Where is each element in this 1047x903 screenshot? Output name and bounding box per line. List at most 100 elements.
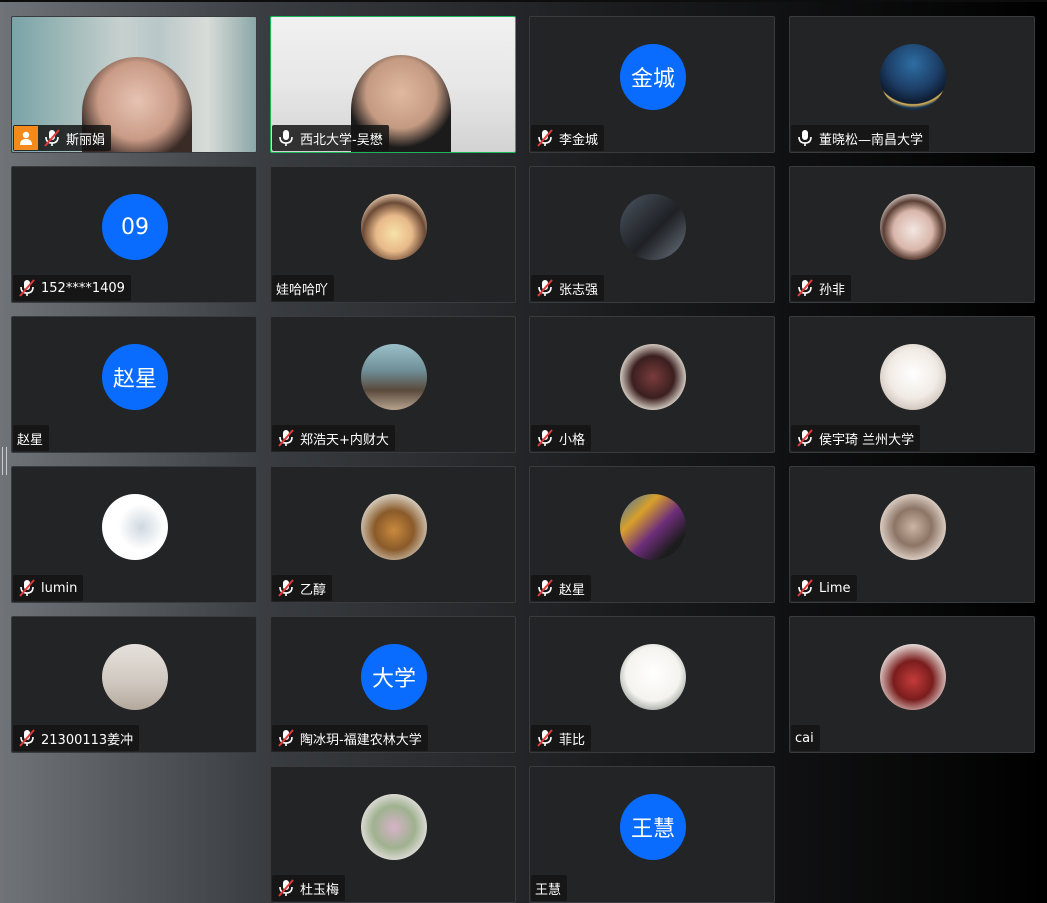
participant-name-label: 郑浩天+内财大	[272, 425, 395, 451]
participant-tile[interactable]: 小格	[529, 316, 775, 453]
participant-avatar: 赵星	[102, 344, 168, 410]
mic-muted-icon	[17, 729, 41, 747]
participant-name-label: 孙非	[791, 275, 852, 301]
participant-name: 杜玉梅	[300, 882, 340, 898]
participant-tile[interactable]: 张志强	[529, 166, 775, 303]
participant-name-label: 21300113姜冲	[13, 725, 140, 751]
mic-muted-icon	[276, 729, 300, 747]
participant-avatar	[102, 494, 168, 560]
participant-avatar	[102, 644, 168, 710]
participant-name-label: lumin	[13, 575, 84, 601]
participant-tile[interactable]: 金城李金城	[529, 16, 775, 153]
participant-name-label: 李金城	[531, 125, 605, 151]
participant-name-label: 侯宇琦 兰州大学	[791, 425, 921, 451]
participant-name: 赵星	[559, 582, 586, 598]
participant-tile[interactable]: 侯宇琦 兰州大学	[789, 316, 1035, 453]
participant-name: 李金城	[559, 132, 599, 148]
mic-icon	[795, 129, 819, 147]
participant-avatar	[880, 644, 946, 710]
mic-muted-icon	[17, 279, 41, 297]
participant-avatar	[361, 194, 427, 260]
participant-name: cai	[795, 730, 814, 746]
participant-name: 斯丽娟	[66, 132, 106, 148]
mic-muted-icon	[276, 579, 300, 597]
participant-avatar	[880, 344, 946, 410]
participant-tile[interactable]: 斯丽娟	[11, 16, 257, 153]
participant-name-label: 菲比	[531, 725, 592, 751]
participant-tile[interactable]: 赵星 赵星	[11, 316, 257, 453]
participant-name: 21300113姜冲	[41, 732, 134, 748]
participant-avatar: 金城	[620, 44, 686, 110]
participant-name: lumin	[41, 580, 78, 596]
participant-name-label: 赵星	[13, 425, 50, 451]
participant-tile[interactable]: 王慧 王慧	[529, 766, 775, 903]
participant-tile[interactable]: 赵星	[529, 466, 775, 603]
participant-tile[interactable]: 娃哈哈吖	[270, 166, 516, 303]
mic-muted-icon	[276, 429, 300, 447]
participant-avatar	[620, 494, 686, 560]
mic-muted-icon	[535, 579, 559, 597]
participant-name: 小格	[559, 432, 586, 448]
participant-name: 郑浩天+内财大	[300, 432, 389, 448]
participant-tile[interactable]: 菲比	[529, 616, 775, 753]
mic-muted-icon	[276, 879, 300, 897]
participant-name-label: 杜玉梅	[272, 875, 346, 901]
participant-tile[interactable]: 乙醇	[270, 466, 516, 603]
mic-muted-icon	[17, 579, 41, 597]
participant-name: 赵星	[17, 432, 44, 448]
mic-muted-icon	[535, 729, 559, 747]
mic-muted-icon	[535, 129, 559, 147]
participant-avatar	[361, 344, 427, 410]
host-icon	[14, 126, 38, 150]
participant-name-label: 董晓松—南昌大学	[791, 125, 930, 151]
participant-name: 董晓松—南昌大学	[819, 132, 924, 148]
mic-muted-icon	[795, 579, 819, 597]
video-gallery: 斯丽娟 西北大学-吴懋 金城 李金城 董晓松—南昌大学 09 152****1409 娃哈哈吖…	[0, 0, 1047, 903]
participant-name: 陶冰玥-福建农林大学	[300, 732, 422, 748]
participant-tile[interactable]: 杜玉梅	[270, 766, 516, 903]
participant-name: 娃哈哈吖	[276, 282, 329, 298]
mic-icon	[276, 129, 300, 147]
participant-name: 张志强	[559, 282, 599, 298]
participant-name: Lime	[819, 580, 851, 596]
participant-name: 152****1409	[41, 280, 125, 296]
participant-avatar	[361, 794, 427, 860]
participant-tile[interactable]: 西北大学-吴懋	[270, 16, 516, 153]
participant-name: 西北大学-吴懋	[300, 132, 383, 148]
participant-name: 乙醇	[300, 582, 327, 598]
participant-avatar	[620, 644, 686, 710]
participant-tile[interactable]: 孙非	[789, 166, 1035, 303]
participant-name: 侯宇琦 兰州大学	[819, 432, 915, 448]
participant-name-label: 152****1409	[13, 275, 131, 301]
participant-avatar	[880, 494, 946, 560]
participant-tile[interactable]: cai	[789, 616, 1035, 753]
mic-muted-icon	[795, 429, 819, 447]
mic-muted-icon	[42, 129, 66, 147]
participant-name-label: 西北大学-吴懋	[272, 125, 389, 151]
participant-tile[interactable]: 21300113姜冲	[11, 616, 257, 753]
participant-name-label: 娃哈哈吖	[272, 275, 335, 301]
participant-tile[interactable]: Lime	[789, 466, 1035, 603]
participant-name: 孙非	[819, 282, 846, 298]
participant-name-label: 张志强	[531, 275, 605, 301]
participant-avatar	[361, 494, 427, 560]
participant-name-label: 斯丽娟	[13, 125, 112, 151]
participant-tile[interactable]: 郑浩天+内财大	[270, 316, 516, 453]
participant-name: 菲比	[559, 732, 586, 748]
participant-name-label: cai	[791, 725, 820, 751]
participant-avatar	[620, 344, 686, 410]
participant-name-label: Lime	[791, 575, 857, 601]
participant-tile[interactable]: 09 152****1409	[11, 166, 257, 303]
mic-muted-icon	[535, 279, 559, 297]
participant-name: 王慧	[535, 882, 562, 898]
participant-avatar	[880, 44, 946, 110]
participant-avatar: 王慧	[620, 794, 686, 860]
participant-tile[interactable]: 董晓松—南昌大学	[789, 16, 1035, 153]
participant-tile[interactable]: 大学陶冰玥-福建农林大学	[270, 616, 516, 753]
participant-avatar: 大学	[361, 644, 427, 710]
participant-avatar: 09	[102, 194, 168, 260]
participant-avatar	[880, 194, 946, 260]
mic-muted-icon	[795, 279, 819, 297]
participant-tile[interactable]: lumin	[11, 466, 257, 603]
participant-name-label: 陶冰玥-福建农林大学	[272, 725, 428, 751]
